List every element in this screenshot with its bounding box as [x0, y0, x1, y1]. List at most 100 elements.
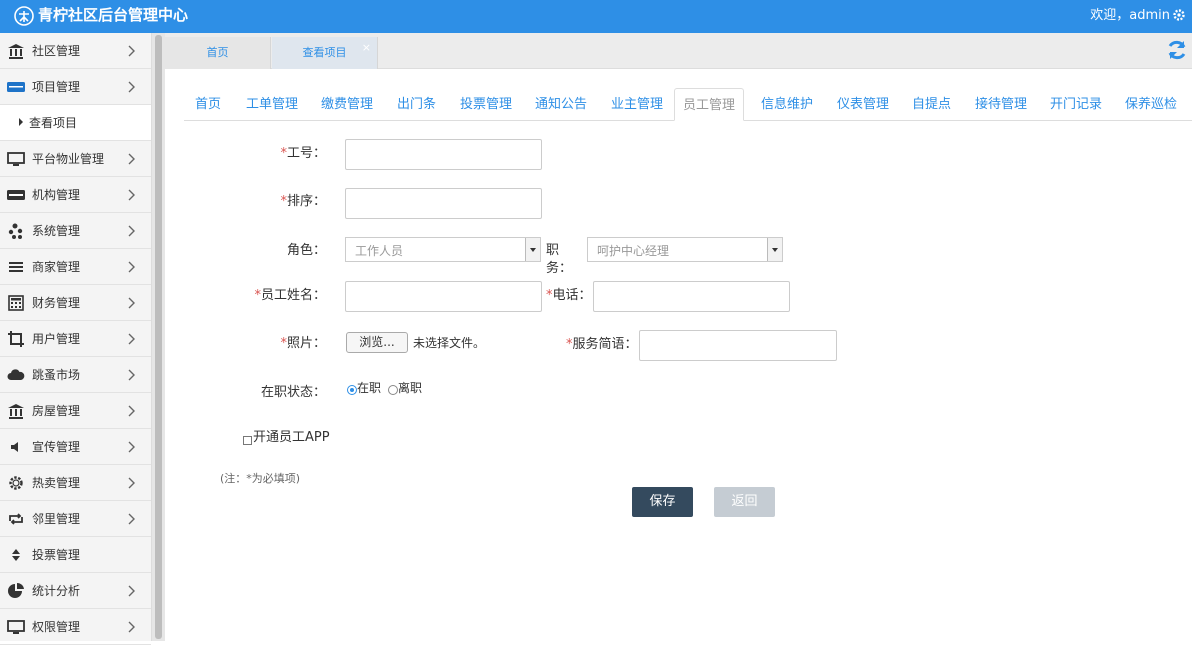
sidebar-scrollbar[interactable]: [152, 33, 165, 641]
nav-exit-pass[interactable]: 出门条: [389, 88, 444, 121]
chevron-down-icon: [767, 238, 782, 261]
welcome-user[interactable]: 欢迎，admin: [1090, 7, 1170, 25]
nav-home[interactable]: 首页: [187, 88, 229, 121]
position-label: 职务：: [546, 243, 573, 276]
nav-work-order[interactable]: 工单管理: [238, 88, 306, 121]
sidebar-item-platform-property[interactable]: 平台物业管理: [0, 141, 151, 177]
chevron-right-icon: [128, 333, 135, 345]
settings-icon: [9, 476, 23, 490]
chevron-right-icon: [128, 441, 135, 453]
yelp-icon: [8, 223, 23, 239]
sort-input[interactable]: [345, 188, 542, 219]
role-label: 角色：: [286, 243, 326, 258]
role-select[interactable]: 工作人员: [345, 237, 541, 262]
chevron-right-icon: [128, 621, 135, 633]
status-on-radio[interactable]: [347, 385, 357, 395]
chevron-right-icon: [128, 261, 135, 273]
sidebar-item-promotion[interactable]: 宣传管理: [0, 429, 151, 465]
sort-label: *排序：: [280, 194, 326, 209]
photo-label: *照片：: [280, 336, 326, 351]
chevron-right-icon: [128, 513, 135, 525]
tab-close-icon[interactable]: ×: [362, 32, 371, 64]
chevron-right-icon: [128, 225, 135, 237]
position-select[interactable]: 呵护中心经理: [587, 237, 783, 262]
crop-icon: [8, 331, 24, 347]
sidebar-item-vote[interactable]: 投票管理: [0, 537, 151, 573]
tab-view-project[interactable]: 查看项目 ×: [272, 37, 378, 69]
nav-reception[interactable]: 接待管理: [967, 88, 1035, 121]
sidebar-item-user[interactable]: 用户管理: [0, 321, 151, 357]
page-tab-bar: 首页 查看项目 ×: [165, 33, 1192, 69]
nav-maintenance[interactable]: 保养巡检: [1117, 88, 1185, 121]
top-bar: 青柠社区后台管理中心 欢迎，admin: [0, 0, 1192, 33]
sidebar-item-system[interactable]: 系统管理: [0, 213, 151, 249]
module-nav: 首页 工单管理 缴费管理 出门条 投票管理 通知公告 业主管理 员工管理 信息维…: [184, 88, 1192, 121]
chevron-right-icon: [128, 81, 135, 93]
sidebar-item-organization[interactable]: 机构管理: [0, 177, 151, 213]
nav-notice[interactable]: 通知公告: [527, 88, 595, 121]
monitor-icon: [7, 620, 25, 634]
caret-right-icon: [19, 118, 23, 126]
back-button[interactable]: 返回: [714, 487, 775, 517]
nav-vote[interactable]: 投票管理: [452, 88, 520, 121]
sidebar-item-flea-market[interactable]: 跳蚤市场: [0, 357, 151, 393]
nav-owner[interactable]: 业主管理: [603, 88, 671, 121]
sidebar-item-house[interactable]: 房屋管理: [0, 393, 151, 429]
refresh-icon[interactable]: [1166, 39, 1188, 61]
status-off-radio[interactable]: [388, 385, 398, 395]
save-button[interactable]: 保存: [632, 487, 693, 517]
chevron-down-icon: [525, 238, 540, 261]
status-on-label: 在职: [357, 381, 382, 395]
nav-pickup[interactable]: 自提点: [904, 88, 959, 121]
job-no-input[interactable]: [345, 139, 542, 170]
job-no-label: *工号：: [280, 146, 326, 161]
service-label: *服务简语：: [566, 337, 638, 352]
no-file-text: 未选择文件。: [413, 336, 486, 350]
app-title: 青柠社区后台管理中心: [38, 6, 189, 24]
nav-staff[interactable]: 员工管理: [674, 88, 745, 121]
staff-name-input[interactable]: [345, 281, 542, 312]
chevron-right-icon: [128, 369, 135, 381]
leaf-logo-icon: [14, 6, 34, 26]
open-app-label: 开通员工APP: [253, 430, 330, 445]
sidebar-item-statistics[interactable]: 统计分析: [0, 573, 151, 609]
required-note: (注：*为必填项): [220, 472, 301, 485]
sidebar-item-merchant[interactable]: 商家管理: [0, 249, 151, 285]
sidebar-item-finance[interactable]: 财务管理: [0, 285, 151, 321]
browse-button[interactable]: 浏览...: [346, 332, 408, 353]
chevron-right-icon: [128, 405, 135, 417]
scrollbar-thumb[interactable]: [155, 35, 162, 639]
sidebar-item-community[interactable]: 社区管理: [0, 33, 151, 69]
volume-icon: [11, 442, 18, 452]
tab-home[interactable]: 首页: [165, 37, 271, 69]
sidebar-item-permission[interactable]: 权限管理: [0, 609, 151, 645]
chevron-right-icon: [128, 585, 135, 597]
nav-door-log[interactable]: 开门记录: [1042, 88, 1110, 121]
service-input[interactable]: [639, 330, 837, 361]
cloud-icon: [7, 369, 25, 380]
sort-icon: [12, 549, 20, 561]
chevron-right-icon: [128, 477, 135, 489]
retweet-icon: [9, 513, 23, 525]
sidebar-item-hot-sale[interactable]: 热卖管理: [0, 465, 151, 501]
phone-input[interactable]: [593, 281, 790, 312]
phone-label: *电话：: [546, 288, 592, 303]
pie-chart-icon: [8, 582, 24, 598]
menu-icon: [9, 262, 23, 272]
sidebar-item-project[interactable]: 项目管理: [0, 69, 151, 105]
bank-icon: [8, 404, 24, 419]
open-app-checkbox[interactable]: [243, 436, 252, 445]
nav-meter[interactable]: 仪表管理: [829, 88, 897, 121]
sidebar-subitem-view-project[interactable]: 查看项目: [0, 105, 151, 141]
chevron-right-icon: [128, 153, 135, 165]
nav-payment[interactable]: 缴费管理: [313, 88, 381, 121]
bank-icon: [8, 44, 24, 59]
sidebar-item-neighbor[interactable]: 邻里管理: [0, 501, 151, 537]
monitor-icon: [7, 152, 25, 166]
nav-info[interactable]: 信息维护: [753, 88, 821, 121]
sidebar: 社区管理 项目管理 查看项目 平台物业管理 机构管理 系统管理 商家管理 财务管…: [0, 33, 152, 645]
chevron-right-icon: [128, 45, 135, 57]
staff-name-label: *员工姓名：: [254, 288, 326, 303]
stripe-icon: [7, 190, 25, 200]
gear-icon[interactable]: [1172, 8, 1186, 22]
